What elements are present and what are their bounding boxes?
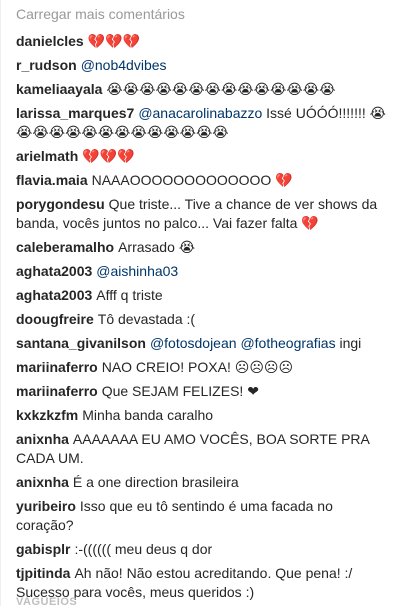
load-more-comments-link[interactable]: Carregar mais comentários [16,4,389,24]
comments-panel: Carregar mais comentários danielcles 💔💔💔 r… [0,0,401,602]
comment-username-link[interactable]: gabisplr [16,541,70,557]
comment-item: flavia.maia NAAAOOOOOOOOOOOOO 💔 [16,171,389,190]
comment-text: Arrasado 😭 [118,239,196,255]
comment-text: 😭😭😭😭😭😭😭😭😭😭😭😭😭😭 [106,81,336,97]
comment-text: Que SEJAM FELIZES! ❤ [101,383,259,399]
comment-item: caleberamalho Arrasado 😭 [16,238,389,257]
comment-item: arielmath 💔💔💔 [16,147,389,166]
comment-text: ingi [335,335,362,351]
comment-username-link[interactable]: porygondesu [16,196,105,212]
comment-item: danielcles 💔💔💔 [16,32,389,51]
comment-item: kameliaayala 😭😭😭😭😭😭😭😭😭😭😭😭😭😭 [16,80,389,99]
comment-username-link[interactable]: kxkzkzfm [16,407,78,423]
comment-username-link[interactable]: mariinaferro [16,359,98,375]
comment-item: larissa_marques7 @anacarolinabazzo Issé U… [16,104,389,142]
comment-item: kxkzkzfm Minha banda caralho [16,406,389,425]
comment-username-link[interactable]: kameliaayala [16,81,102,97]
comment-item: mariinaferro Que SEJAM FELIZES! ❤ [16,382,389,401]
comment-mention-link[interactable]: @nob4dvibes [81,57,167,73]
comment-text: NAO CREIO! POXA! ☹☹☹☹ [101,359,294,375]
comment-username-link[interactable]: arielmath [16,148,78,164]
comment-item: mariinaferro NAO CREIO! POXA! ☹☹☹☹ [16,358,389,377]
comment-username-link[interactable]: yuribeiro [16,498,76,514]
comment-username-link[interactable]: tjpitinda [16,565,70,581]
comment-mention-link[interactable]: @fotosdojean [150,335,237,351]
partially-visible-comment: VAGUEIOS [16,596,78,608]
comment-text: Minha banda caralho [82,407,214,423]
panel-left-border [0,0,1,606]
comment-text: NAAAOOOOOOOOOOOOO 💔 [91,172,293,188]
comment-text: Tô devastada :( [97,311,196,327]
comment-item: aghata2003 @aishinha03 [16,262,389,281]
comment-text: 💔💔💔 [82,148,135,164]
comment-text: É a one direction brasileira [72,474,239,490]
comment-item: r_rudson @nob4dvibes [16,56,389,75]
comment-username-link[interactable]: larissa_marques7 [16,105,134,121]
comment-item: santana_givanilson @fotosdojean @fotheogr… [16,334,389,353]
comment-username-link[interactable]: danielcles [16,33,84,49]
comment-item: aghata2003 Afff q triste [16,286,389,305]
comment-username-link[interactable]: aghata2003 [16,263,92,279]
comment-username-link[interactable]: anixnha [16,474,69,490]
comment-mention-link[interactable]: @aishinha03 [96,263,178,279]
comment-item: anixnha É a one direction brasileira [16,473,389,492]
comment-username-link[interactable]: flavia.maia [16,172,88,188]
comments-list: danielcles 💔💔💔 r_rudson @nob4dvibes kameliaa… [16,32,389,602]
comment-item: doougfreire Tô devastada :( [16,310,389,329]
comment-mention-link[interactable]: @fotheografias [240,335,335,351]
comment-username-link[interactable]: mariinaferro [16,383,98,399]
comment-item: porygondesu Que triste... Tive a chance d… [16,195,389,233]
comment-text: Afff q triste [96,287,163,303]
comment-item: gabisplr:-(((((( meu deus q dor [16,540,389,559]
comment-username-link[interactable]: r_rudson [16,57,77,73]
comment-mention-link[interactable]: @anacarolinabazzo [138,105,262,121]
comment-text: 💔💔💔 [87,33,140,49]
comment-text: :-(((((( meu deus q dor [74,541,213,557]
comment-username-link[interactable]: aghata2003 [16,287,92,303]
comment-item: anixnha AAAAAAA EU AMO VOCÊS, BOA SORTE P… [16,430,389,468]
comment-username-link[interactable]: santana_givanilson [16,335,146,351]
comment-username-link[interactable]: anixnha [16,431,69,447]
comment-username-link[interactable]: doougfreire [16,311,94,327]
comment-username-link[interactable]: caleberamalho [16,239,114,255]
comment-item: yuribeiro Isso que eu tô sentindo é uma f… [16,497,389,535]
